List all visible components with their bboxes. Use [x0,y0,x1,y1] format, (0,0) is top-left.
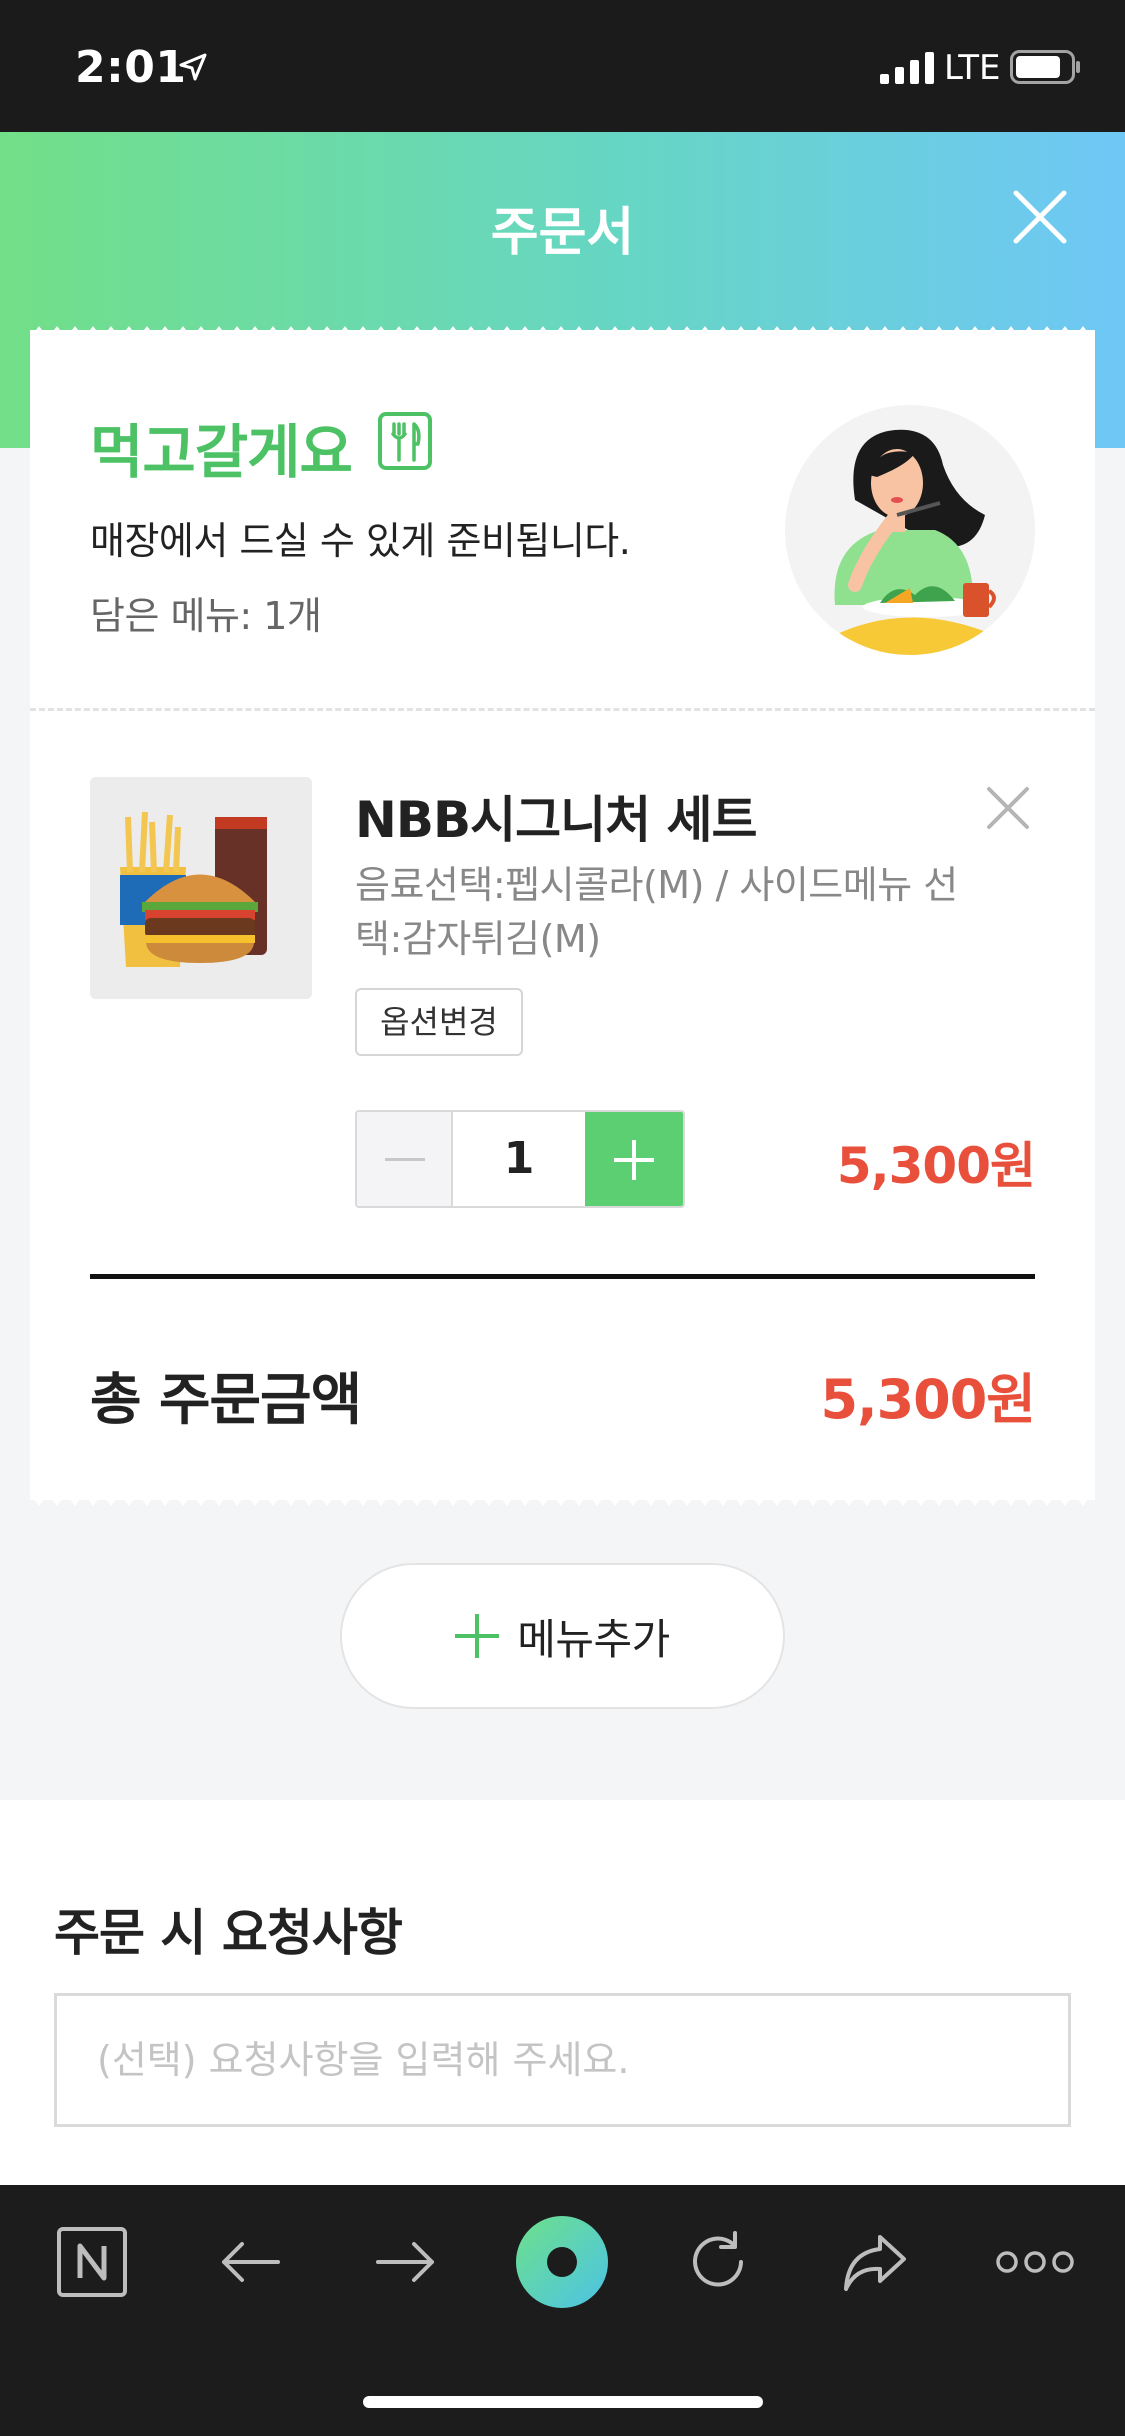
request-input[interactable] [54,1993,1071,2127]
quantity-stepper: 1 [355,1110,685,1208]
increase-quantity-button[interactable] [585,1112,683,1206]
quantity-value: 1 [503,1133,535,1184]
change-options-button[interactable]: 옵션변경 [355,988,523,1056]
order-type-description: 매장에서 드실 수 있게 준비됩니다. [90,519,631,563]
plus-icon [455,1614,500,1658]
status-time: 2:01 [75,42,187,93]
back-arrow-icon[interactable] [210,2222,290,2302]
total-label: 총 주문금액 [90,1368,362,1433]
share-icon[interactable] [835,2222,915,2302]
naver-icon[interactable] [52,2222,132,2302]
network-label: LTE [944,48,1001,88]
total-divider [90,1274,1035,1279]
order-type-title: 먹고갈게요 [90,418,353,486]
burger-set-image [90,777,312,999]
add-menu-label: 메뉴추가 [517,1614,670,1664]
item-options: 음료선택:펩시콜라(M) / 사이드메뉴 선택:감자튀김(M) [355,863,958,961]
close-icon[interactable] [1010,187,1070,247]
home-circle-icon[interactable] [512,2212,612,2312]
dining-woman-illustration [785,405,1035,655]
remove-item-icon[interactable] [985,785,1031,831]
card-bottom-edge [30,1494,1095,1506]
cart-count: 담은 메뉴: 1개 [90,594,322,638]
page-title: 주문서 [490,203,635,263]
add-menu-button[interactable]: 메뉴추가 [340,1563,785,1709]
signal-icon [880,52,934,84]
fork-knife-icon [378,412,432,470]
location-arrow-icon [179,53,207,81]
total-price: 5,300원 [820,1368,1036,1431]
item-name: NBB시그니처 세트 [355,791,757,849]
request-title: 주문 시 요청사항 [54,1904,403,1962]
status-bar: 2:01 LTE [0,0,1125,132]
refresh-icon[interactable] [678,2222,758,2302]
battery-icon [1010,50,1080,84]
forward-arrow-icon[interactable] [366,2222,446,2302]
more-icon[interactable] [990,2222,1080,2302]
item-image [90,777,312,999]
home-indicator [363,2396,763,2408]
item-price: 5,300원 [836,1137,1036,1195]
decrease-quantity-button[interactable] [357,1112,453,1206]
section-divider [30,708,1095,711]
